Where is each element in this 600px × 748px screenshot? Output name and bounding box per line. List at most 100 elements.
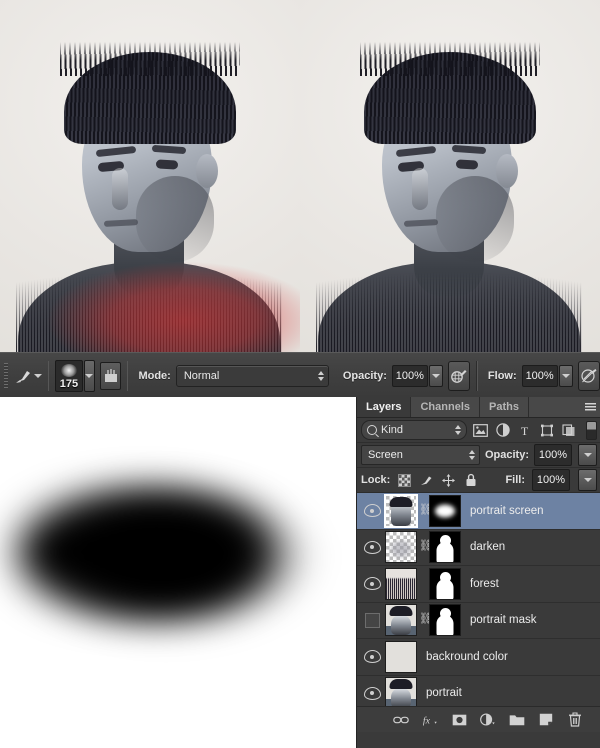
filter-kind-select[interactable]: Kind: [361, 420, 468, 440]
layer-name: portrait mask: [470, 614, 537, 627]
flow-chevron-down-icon[interactable]: [558, 364, 573, 387]
new-adjustment-layer-icon[interactable]: [480, 712, 496, 728]
airbrush-toggle-icon[interactable]: [578, 360, 600, 391]
add-layer-mask-icon[interactable]: [451, 712, 467, 728]
filter-enable-toggle[interactable]: [586, 420, 598, 440]
adjustment-filter-icon[interactable]: [493, 421, 511, 439]
eye-icon: [363, 577, 381, 591]
tab-bar-filler: [528, 397, 579, 417]
layer-filter-row: Kind T: [357, 418, 600, 443]
layer-thumbnail[interactable]: [385, 604, 417, 637]
brush-tool-icon[interactable]: [14, 364, 34, 388]
forest-hair: [364, 52, 536, 144]
visibility-toggle[interactable]: [359, 540, 385, 554]
layer-row-forest[interactable]: forest: [357, 566, 600, 603]
ear: [196, 154, 218, 188]
nose: [112, 168, 128, 210]
brush-size-preview[interactable]: 175: [55, 359, 83, 392]
new-layer-icon[interactable]: [538, 712, 554, 728]
nose: [412, 168, 428, 210]
quickmask-red-overlay: [32, 258, 300, 352]
lock-all-icon[interactable]: [463, 473, 478, 488]
layer-mask-thumbnail[interactable]: [429, 567, 461, 600]
link-mask-icon[interactable]: ⛓: [417, 541, 433, 553]
layer-opacity-chevron-down-icon[interactable]: [578, 444, 597, 466]
layer-name: darken: [470, 541, 506, 554]
panel-menu-icon[interactable]: [579, 397, 600, 417]
eye-icon: [363, 650, 381, 664]
new-group-icon[interactable]: [509, 712, 525, 728]
layer-name: forest: [470, 577, 499, 590]
lock-transparent-pixels-icon[interactable]: [397, 473, 412, 488]
layer-row-portrait[interactable]: portrait: [357, 676, 600, 706]
options-bar-grip[interactable]: [4, 362, 8, 389]
blend-mode-select[interactable]: Normal: [175, 364, 329, 387]
filter-kind-value: Kind: [381, 424, 404, 436]
layer-row-portrait-mask[interactable]: ⛓ portrait mask: [357, 603, 600, 639]
eye-icon: [363, 504, 381, 518]
portrait-composite-right: [316, 36, 582, 352]
svg-text:fx: fx: [423, 715, 431, 726]
layer-list: ⛓ portrait screen ⛓ darken forest ⛓ port…: [357, 493, 600, 706]
layers-panel-bottom-bar: fx: [357, 706, 600, 732]
tab-paths[interactable]: Paths: [480, 397, 529, 417]
visibility-toggle[interactable]: [359, 650, 385, 664]
divider: [47, 360, 50, 391]
tab-channels[interactable]: Channels: [411, 397, 480, 417]
image-filter-icon[interactable]: [471, 421, 489, 439]
divider: [476, 360, 478, 391]
link-mask-icon[interactable]: ⛓: [417, 504, 433, 517]
layer-row-darken[interactable]: ⛓ darken: [357, 530, 600, 566]
mask-preview-canvas[interactable]: [0, 397, 356, 748]
blend-mode-row: Screen Opacity: 100%: [357, 443, 600, 468]
search-icon: [367, 425, 377, 435]
eye-off-icon: [364, 612, 380, 628]
visibility-toggle[interactable]: [359, 686, 385, 700]
layer-thumbnail[interactable]: [385, 567, 417, 600]
brush-panel-toggle-icon[interactable]: [100, 361, 121, 390]
eye-icon: [363, 540, 381, 554]
visibility-toggle[interactable]: [359, 612, 385, 628]
layer-thumbnail[interactable]: [385, 640, 417, 673]
canvas-area: [0, 0, 600, 352]
layer-mask-thumbnail[interactable]: [429, 494, 461, 527]
tab-layers[interactable]: Layers: [357, 397, 412, 417]
layer-blend-mode-select[interactable]: Screen: [361, 445, 480, 465]
document-window-left[interactable]: [0, 0, 300, 352]
link-layers-icon[interactable]: [393, 712, 409, 728]
fill-chevron-down-icon[interactable]: [578, 469, 597, 491]
visibility-toggle[interactable]: [359, 577, 385, 591]
link-mask-icon[interactable]: ⛓: [417, 614, 433, 626]
layer-opacity-value[interactable]: 100%: [534, 444, 572, 466]
fill-value[interactable]: 100%: [532, 469, 570, 491]
layer-row-backround-color[interactable]: backround color: [357, 639, 600, 676]
layer-name: backround color: [426, 650, 508, 663]
chevron-updown-icon: [468, 450, 475, 460]
brush-preset-chevron-down-icon[interactable]: [33, 373, 42, 378]
fill-label: Fill:: [505, 474, 525, 486]
photoshop-screenshot: 175 Mode: Normal Opacity: 100% Flow: 100…: [0, 0, 600, 748]
opacity-chevron-down-icon[interactable]: [428, 364, 443, 387]
layer-thumbnail[interactable]: [385, 677, 417, 706]
brush-preset-picker-button[interactable]: [83, 359, 95, 392]
smart-object-filter-icon[interactable]: [560, 421, 578, 439]
layer-mask-thumbnail[interactable]: [429, 604, 461, 637]
lock-position-icon[interactable]: [441, 473, 456, 488]
layer-thumbnail[interactable]: [385, 531, 417, 564]
shape-filter-icon[interactable]: [538, 421, 556, 439]
lock-label: Lock:: [361, 474, 391, 486]
layer-mask-thumbnail[interactable]: [429, 531, 461, 564]
opacity-pressure-icon[interactable]: [448, 360, 471, 391]
layer-thumbnail[interactable]: [384, 493, 418, 528]
chevron-updown-icon: [317, 370, 324, 381]
lock-image-pixels-icon[interactable]: [419, 473, 434, 488]
layer-row-portrait-screen[interactable]: ⛓ portrait screen: [357, 493, 600, 530]
flow-value[interactable]: 100%: [521, 364, 558, 387]
layer-style-fx-icon[interactable]: fx: [422, 712, 438, 728]
visibility-toggle[interactable]: [359, 504, 385, 518]
type-filter-icon[interactable]: T: [516, 421, 534, 439]
eye-icon: [363, 686, 381, 700]
delete-layer-trash-icon[interactable]: [567, 712, 583, 728]
opacity-value[interactable]: 100%: [391, 364, 428, 387]
document-window-right[interactable]: [300, 0, 600, 352]
